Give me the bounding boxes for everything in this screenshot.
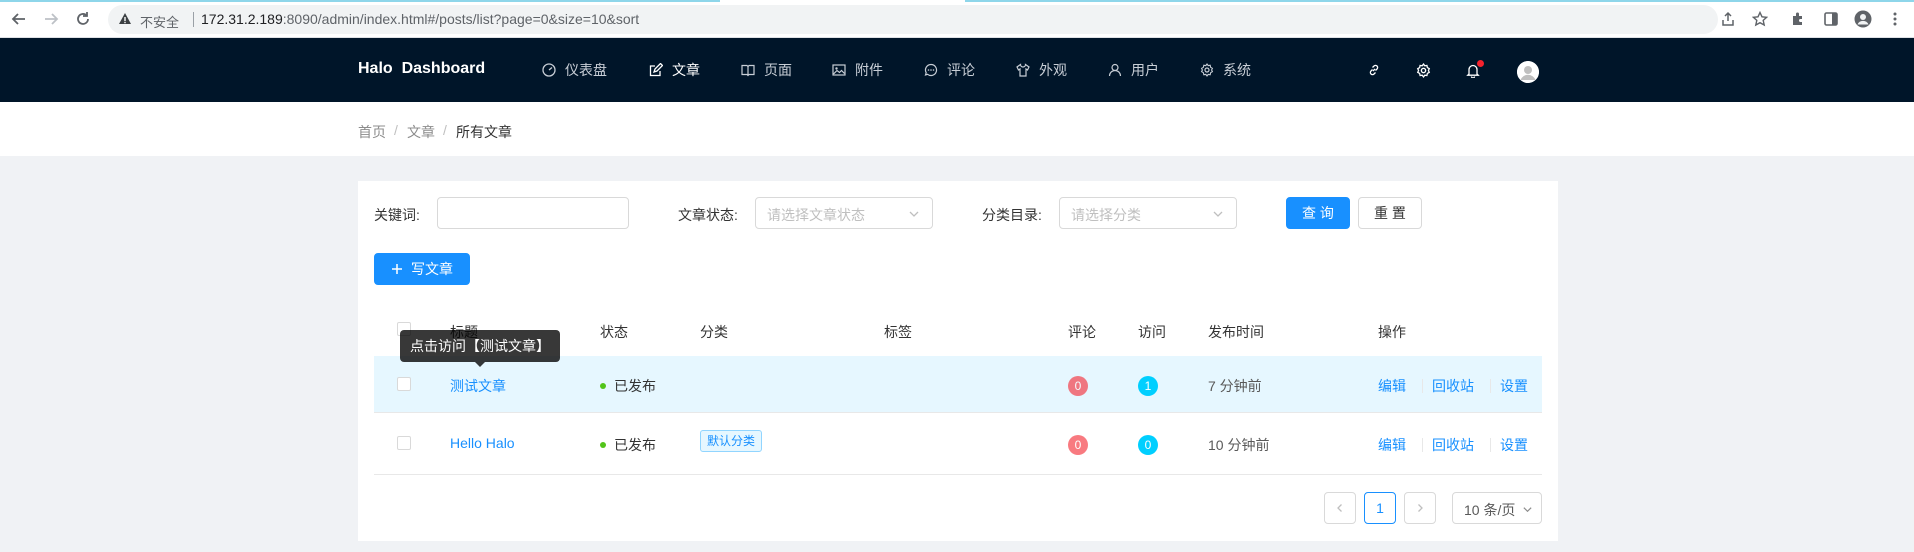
breadcrumb: 首页 / 文章 / 所有文章 [0,102,1914,156]
browser-toolbar: 不安全 172.31.2.189:8090/admin/index.html#/… [0,0,1914,38]
menu-item-attachments[interactable]: 附件 [832,60,883,80]
side-panel-icon[interactable] [1820,8,1842,30]
comment-count: 0 [1068,376,1088,396]
write-post-button[interactable]: 写文章 [374,253,470,285]
breadcrumb-current: 所有文章 [456,124,512,140]
menu-item-system[interactable]: 系统 [1200,60,1251,80]
menu-item-dashboard[interactable]: 仪表盘 [542,60,607,80]
forward-icon[interactable] [40,8,62,30]
prev-page-button[interactable] [1324,492,1356,524]
skin-icon [1016,63,1030,77]
profile-icon[interactable] [1852,8,1874,30]
publish-time: 10 分钟前 [1208,437,1270,453]
keyword-label: 关键词: [374,207,420,223]
row-checkbox[interactable] [397,436,411,450]
divider [1422,379,1423,393]
status-badge: 已发布 [600,435,656,455]
column-publish-time: 发布时间 [1208,324,1264,340]
picture-icon [832,64,846,76]
category-filter-label: 分类目录: [982,207,1042,223]
menu-item-posts[interactable]: 文章 [649,60,700,80]
dashboard-icon [542,63,556,77]
message-icon [924,63,938,77]
column-status: 状态 [600,324,628,340]
table-row [374,356,1542,412]
next-page-button[interactable] [1404,492,1436,524]
row-checkbox[interactable] [397,377,411,391]
edit-icon [649,63,663,77]
notification-badge [1477,60,1484,67]
chevron-left-icon [1337,504,1342,512]
divider [1422,438,1423,452]
chevron-right-icon [1418,504,1423,512]
brand-logo[interactable]: Halo Dashboard [358,60,485,78]
post-title-link[interactable]: 测试文章 [450,376,506,396]
chevron-down-icon [909,211,919,217]
visit-count: 0 [1138,435,1158,455]
app-header: Halo Dashboard 仪表盘 文章 页面 附件 评论 外观 用户 系统 [0,38,1914,102]
edit-link[interactable]: 编辑 [1378,376,1406,396]
url-text[interactable]: 172.31.2.189:8090/admin/index.html#/post… [201,11,639,27]
setting-icon [1200,63,1214,77]
reload-icon[interactable] [72,8,94,30]
column-actions: 操作 [1378,324,1406,340]
menu-item-comments[interactable]: 评论 [924,60,975,80]
keyword-input[interactable] [437,197,629,229]
page-size-select[interactable]: 10 条/页 [1452,492,1542,524]
read-icon [741,64,755,77]
settings-link[interactable]: 设置 [1500,435,1528,455]
warning-icon [119,13,131,24]
status-filter-label: 文章状态: [678,207,738,223]
share-icon[interactable] [1717,8,1739,30]
avatar[interactable] [1517,61,1539,83]
comment-count: 0 [1068,435,1088,455]
breadcrumb-separator: / [394,122,398,138]
breadcrumb-separator: / [443,122,447,138]
tab-strip [0,0,1914,2]
recycle-link[interactable]: 回收站 [1432,376,1474,396]
query-button[interactable]: 查 询 [1286,197,1350,229]
divider [1490,379,1491,393]
user-icon [1108,63,1122,77]
recycle-link[interactable]: 回收站 [1432,435,1474,455]
status-select[interactable]: 请选择文章状态 [755,197,933,229]
column-visits: 访问 [1138,324,1166,340]
extensions-icon[interactable] [1787,8,1809,30]
breadcrumb-posts[interactable]: 文章 [407,122,435,142]
publish-time: 7 分钟前 [1208,378,1262,394]
bookmark-star-icon[interactable] [1749,8,1771,30]
status-badge: 已发布 [600,376,656,396]
more-icon[interactable] [1884,8,1906,30]
address-bar[interactable]: 不安全 172.31.2.189:8090/admin/index.html#/… [108,5,1718,34]
menu-item-appearance[interactable]: 外观 [1016,60,1067,80]
column-category: 分类 [700,324,728,340]
divider [1490,438,1491,452]
published-dot [600,383,606,390]
title-tooltip: 点击访问【测试文章】 [400,330,560,367]
plus-icon [392,264,402,274]
reset-button[interactable]: 重 置 [1358,197,1422,229]
divider [374,474,1542,475]
settings-gear-icon[interactable] [1414,61,1432,79]
column-tags: 标签 [884,324,912,340]
security-label: 不安全 [140,15,180,30]
divider [374,412,1542,413]
back-icon[interactable] [8,8,30,30]
category-select[interactable]: 请选择分类 [1059,197,1237,229]
breadcrumb-home[interactable]: 首页 [358,122,386,142]
chevron-down-icon [1213,211,1223,217]
column-comments: 评论 [1068,324,1096,340]
category-tag[interactable]: 默认分类 [700,430,763,452]
visit-count: 1 [1138,376,1158,396]
chevron-down-icon [1523,507,1532,513]
edit-link[interactable]: 编辑 [1378,435,1406,455]
published-dot [600,442,606,449]
link-icon[interactable] [1365,61,1383,79]
page-1-button[interactable]: 1 [1364,492,1396,524]
settings-link[interactable]: 设置 [1500,376,1528,396]
post-title-link[interactable]: Hello Halo [450,435,515,451]
menu-item-users[interactable]: 用户 [1108,60,1159,80]
divider [193,12,194,27]
menu-item-pages[interactable]: 页面 [741,60,792,80]
